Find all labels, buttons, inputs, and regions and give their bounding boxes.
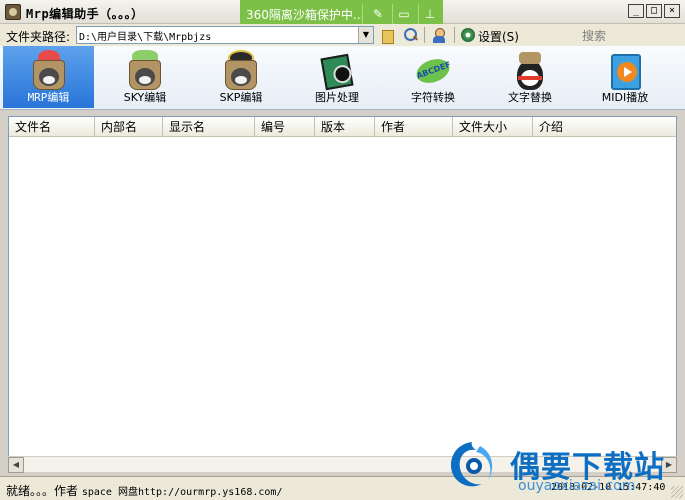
window-title: Mrp编辑助手（。。。） <box>26 7 144 21</box>
settings-button[interactable]: 设置(S) <box>478 28 519 45</box>
tool-char-convert[interactable]: ABCDEF 字符转换 <box>386 46 480 108</box>
user-icon[interactable] <box>431 27 447 43</box>
search-icon[interactable] <box>402 27 418 43</box>
sandbox-text: 360隔离沙箱保护中... <box>246 8 365 22</box>
tool-label: SKP编辑 <box>219 91 263 104</box>
status-text: 就绪。。。作者 space 网盘http://ourmrp.ys168.com/ <box>6 482 282 499</box>
char-convert-icon: ABCDEF <box>412 50 454 92</box>
address-bar: 文件夹路径: ▼ 设置(S) 搜索 <box>0 24 685 46</box>
tool-sky-edit[interactable]: SKY编辑 <box>98 46 192 108</box>
chevron-down-icon[interactable]: ▼ <box>358 27 373 43</box>
path-combobox[interactable]: ▼ <box>76 26 374 44</box>
column-header-filename[interactable]: 文件名 <box>9 117 95 137</box>
sandbox-pin-icon[interactable]: ⊥ <box>422 6 438 22</box>
sandbox-clean-icon[interactable]: ✎ <box>370 6 386 22</box>
toolbar-divider <box>454 27 455 43</box>
sandbox-folder-icon[interactable]: ▭ <box>396 6 412 22</box>
search-button[interactable]: 搜索 <box>582 27 606 44</box>
column-header-number[interactable]: 编号 <box>255 117 315 137</box>
sandbox-divider <box>418 4 419 24</box>
list-header: 文件名 内部名 显示名 编号 版本 作者 文件大小 介绍 <box>9 117 676 137</box>
scroll-left-icon[interactable]: ◀ <box>8 457 24 473</box>
main-toolbar: MRP编辑 SKY编辑 SKP编辑 图片处理 ABCDEF 字符转换 文字替换 <box>0 46 685 110</box>
file-list[interactable]: 文件名 内部名 显示名 编号 版本 作者 文件大小 介绍 <box>8 116 677 470</box>
watermark-url: ouyaoxiazai.com <box>518 478 636 494</box>
midi-play-icon <box>604 50 646 92</box>
toolbar-divider <box>424 27 425 43</box>
column-header-display-name[interactable]: 显示名 <box>163 117 255 137</box>
status-detail: space 网盘http://ourmrp.ys168.com/ <box>81 487 283 498</box>
minimize-button[interactable]: _ <box>628 4 644 18</box>
tool-midi-play[interactable]: MIDI播放 <box>578 46 672 108</box>
column-header-version[interactable]: 版本 <box>315 117 375 137</box>
column-header-description[interactable]: 介绍 <box>533 117 676 137</box>
gear-icon[interactable] <box>460 27 476 43</box>
glyph-text: ABCDEF <box>413 54 453 88</box>
tool-mrp-edit[interactable]: MRP编辑 <box>3 46 94 108</box>
folder-icon[interactable] <box>380 27 396 44</box>
path-input[interactable] <box>79 28 355 42</box>
app-icon <box>5 4 21 20</box>
window-controls: _ □ × <box>628 4 680 18</box>
sandbox-divider <box>362 4 363 24</box>
tool-text-replace[interactable]: 文字替换 <box>482 46 578 108</box>
sky-edit-icon <box>124 50 166 92</box>
tool-skp-edit[interactable]: SKP编辑 <box>194 46 288 108</box>
tool-label: MRP编辑 <box>27 91 70 104</box>
tool-label: 图片处理 <box>315 91 359 104</box>
tool-label: SKY编辑 <box>123 91 167 104</box>
sandbox-divider <box>392 4 393 24</box>
tool-label: 字符转换 <box>411 91 455 104</box>
tool-label: 文字替换 <box>508 91 552 104</box>
column-header-internal-name[interactable]: 内部名 <box>95 117 163 137</box>
tool-image-process[interactable]: 图片处理 <box>290 46 384 108</box>
close-button[interactable]: × <box>664 4 680 18</box>
text-replace-icon <box>509 50 551 92</box>
mrp-edit-icon <box>28 50 70 92</box>
status-label: 就绪。。。作者 <box>6 484 79 498</box>
maximize-button[interactable]: □ <box>646 4 662 18</box>
watermark-logo-icon <box>450 442 493 487</box>
tool-label: MIDI播放 <box>601 91 649 104</box>
watermark: 偶要下载站 ouyaoxiazai.com <box>444 438 684 498</box>
column-header-file-size[interactable]: 文件大小 <box>453 117 533 137</box>
image-process-icon <box>316 50 358 92</box>
column-header-author[interactable]: 作者 <box>375 117 453 137</box>
skp-edit-icon <box>220 50 262 92</box>
path-label: 文件夹路径: <box>6 30 71 44</box>
